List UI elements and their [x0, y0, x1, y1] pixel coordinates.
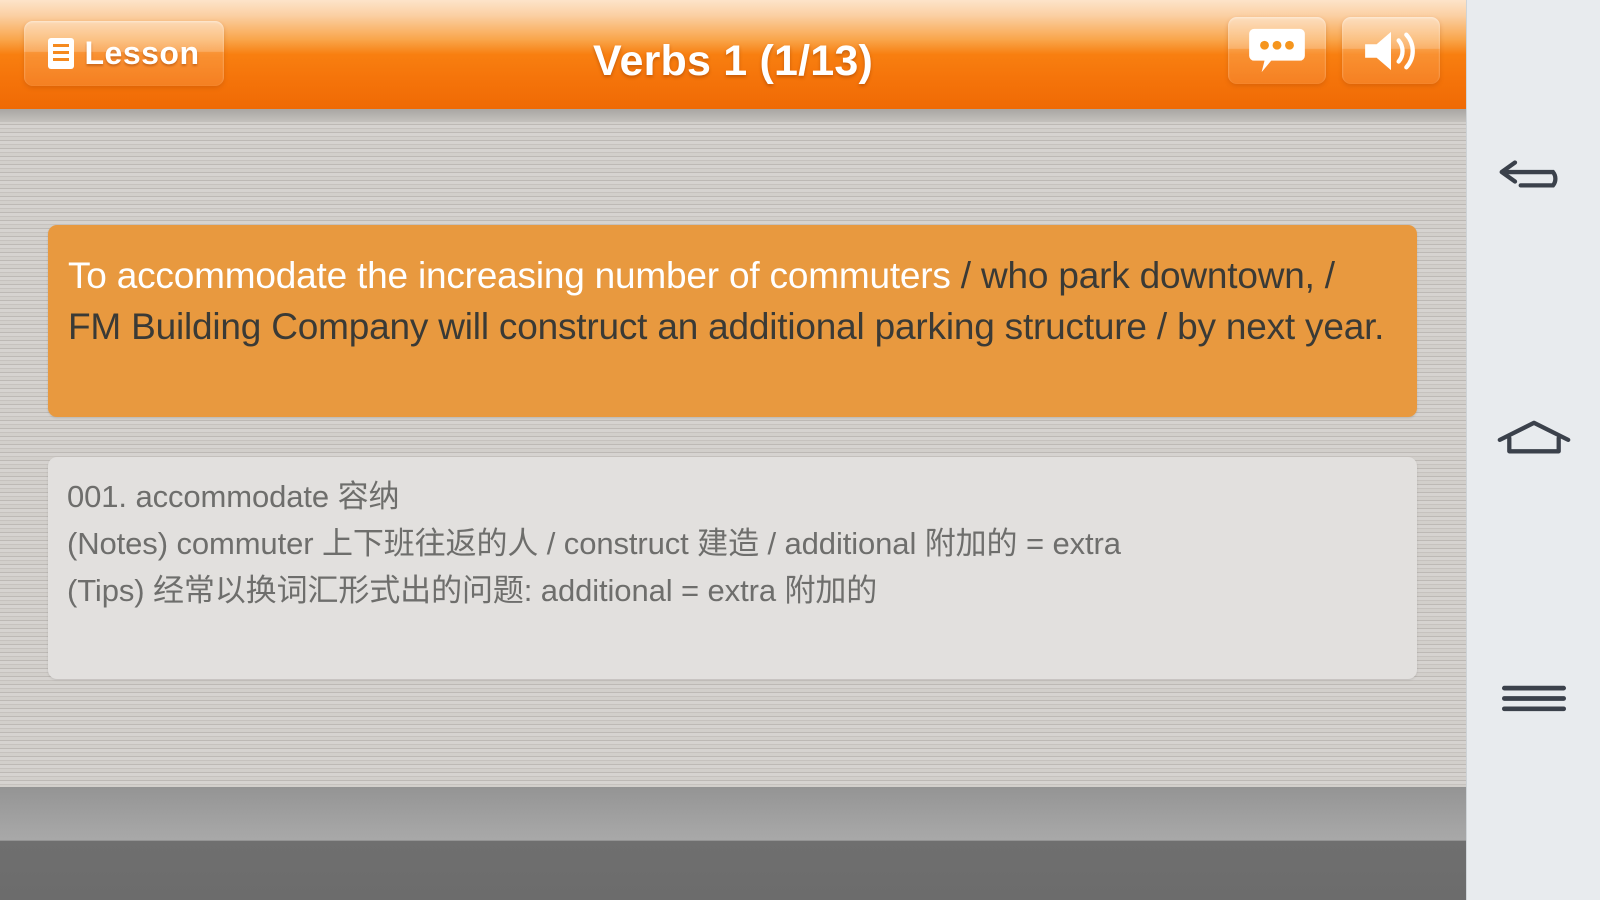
- sentence-chunk: To accommodate the increasing number of …: [68, 255, 951, 296]
- volume-button[interactable]: [1342, 17, 1440, 84]
- menu-icon: [1494, 682, 1574, 719]
- screen: Verbs 1 (1/13) Lesson To accommodate the…: [0, 0, 1600, 900]
- note-line-tips: (Tips) 经常以换词汇形式出的问题: additional = extra …: [67, 573, 878, 608]
- bottom-toolbar: 1 2 3 4 5: [0, 787, 1466, 900]
- sentence-separator: /: [950, 255, 981, 296]
- speaker-volume-icon: [1361, 28, 1421, 74]
- app-header: Verbs 1 (1/13) Lesson: [0, 0, 1466, 109]
- sentence-chunk: by next year.: [1177, 306, 1385, 347]
- sentence-separator: /: [1314, 255, 1335, 296]
- speech-bubble-icon: [1248, 27, 1306, 75]
- sentence-chunk: FM Building Company will construct an ad…: [68, 306, 1147, 347]
- notes-card[interactable]: 001. accommodate 容纳 (Notes) commuter 上下班…: [48, 457, 1417, 679]
- sentence-separator: /: [1146, 306, 1178, 347]
- app-window: Verbs 1 (1/13) Lesson To accommodate the…: [0, 0, 1466, 900]
- sentence-chunk: who park downtown,: [980, 255, 1315, 296]
- note-line-notes: (Notes) commuter 上下班往返的人 / construct 建造 …: [67, 526, 1121, 561]
- sentence-text: To accommodate the increasing number of …: [68, 250, 1395, 352]
- chat-button[interactable]: [1228, 17, 1326, 84]
- lesson-button[interactable]: Lesson: [24, 21, 224, 86]
- sentence-card[interactable]: To accommodate the increasing number of …: [48, 225, 1417, 417]
- note-line-headword: 001. accommodate 容纳: [67, 479, 400, 514]
- nav-menu-button[interactable]: [1467, 645, 1600, 755]
- nav-home-button[interactable]: [1467, 385, 1600, 495]
- document-list-icon: [48, 38, 75, 69]
- android-navigation-bar: [1466, 0, 1600, 900]
- home-icon: [1494, 419, 1574, 462]
- nav-back-button[interactable]: [1467, 120, 1600, 230]
- back-arrow-icon: [1494, 154, 1574, 197]
- lesson-button-label: Lesson: [84, 35, 200, 71]
- content-area: [0, 109, 1466, 787]
